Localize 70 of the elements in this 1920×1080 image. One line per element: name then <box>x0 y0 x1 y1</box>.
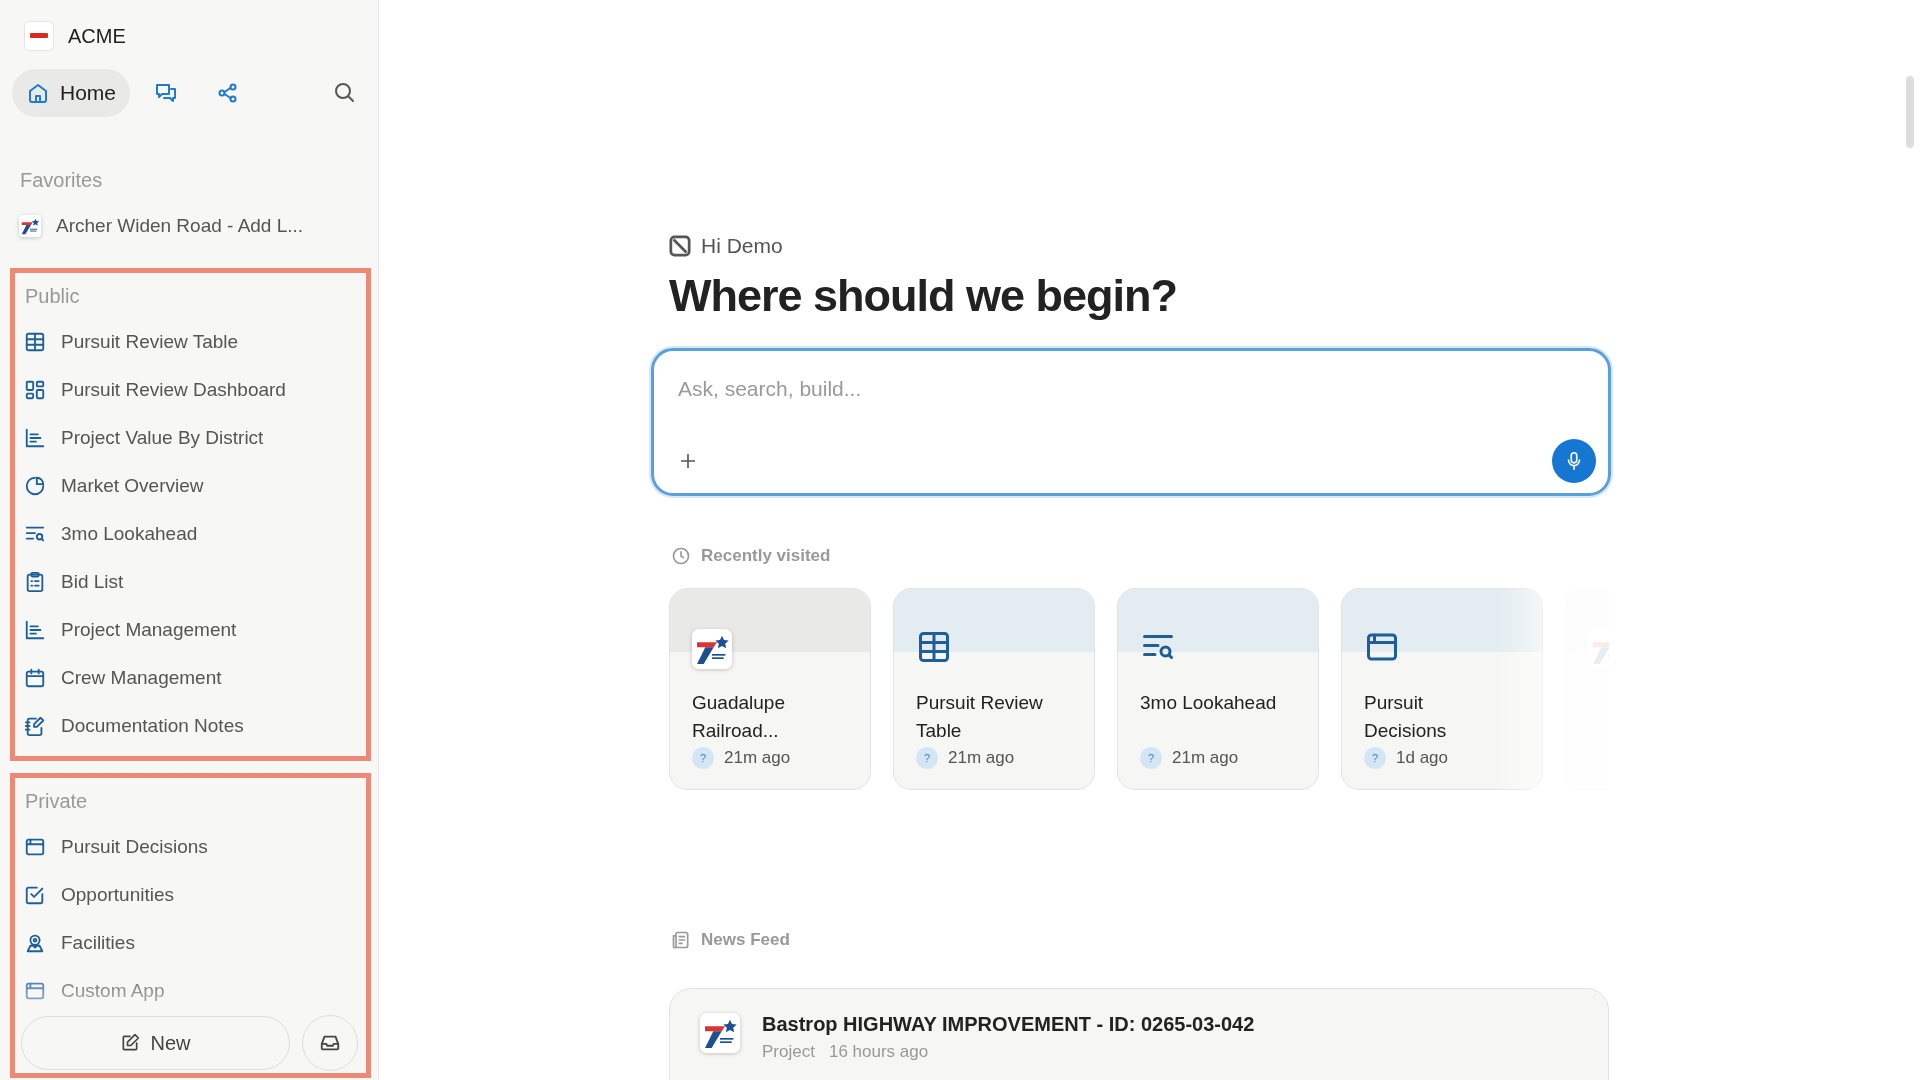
section-title: Favorites <box>19 168 104 193</box>
news-type: Project <box>762 1042 815 1062</box>
bar-chart-icon <box>24 619 46 641</box>
prompt-field[interactable]: Ask, search, build... <box>678 377 1596 401</box>
sidebar-item[interactable]: Project Management <box>23 606 358 654</box>
user-avatar: ? <box>1364 747 1386 769</box>
microphone-button[interactable] <box>1552 439 1596 483</box>
news-title: Bastrop HIGHWAY IMPROVEMENT - ID: 0265-03-042 <box>762 1013 1255 1036</box>
sidebar-item[interactable]: Project Value By District <box>23 414 358 462</box>
recent-card[interactable]: Guadalupe Railroad... ? 21m ago <box>669 588 871 790</box>
visit-time: 21m ago <box>724 748 791 768</box>
flag-logo-icon <box>19 215 41 237</box>
sidebar-item[interactable]: Crew Management <box>23 654 358 702</box>
plus-icon[interactable] <box>678 451 698 471</box>
user-avatar: ? <box>916 747 938 769</box>
scrollbar[interactable] <box>1906 76 1914 148</box>
sidebar-item[interactable]: Archer Widen Road - Add L... <box>18 202 370 250</box>
news-card[interactable]: Bastrop HIGHWAY IMPROVEMENT - ID: 0265-03-042 Project 16 hours ago <box>669 988 1609 1080</box>
sidebar-item[interactable]: Pursuit Review Table <box>23 318 358 366</box>
browser-window-icon <box>24 980 46 1002</box>
browser-window-icon <box>24 836 46 858</box>
table-icon <box>24 331 46 353</box>
pencil-square-icon <box>120 1033 141 1053</box>
flag-logo-icon <box>700 1013 740 1053</box>
sidebar-item[interactable]: 3mo Lookahead <box>23 510 358 558</box>
user-avatar: ? <box>1140 747 1162 769</box>
sidebar-item[interactable]: Pursuit Decisions <box>23 823 358 871</box>
sidebar-item[interactable]: Facilities <box>23 919 358 967</box>
user-avatar: ? <box>692 747 714 769</box>
recent-card[interactable]: Pursuit Review Table ? 21m ago <box>893 588 1095 790</box>
checkbox-icon <box>24 884 46 906</box>
recent-card[interactable]: Pursuit Decisions ? 1d ago <box>1341 588 1543 790</box>
sidebar-item[interactable]: Opportunities <box>23 871 358 919</box>
flag-logo-icon <box>692 629 732 669</box>
section-title: News Feed <box>701 930 790 950</box>
section-title: Private <box>24 789 89 814</box>
visit-time: 1d ago <box>1396 748 1448 768</box>
house-icon <box>26 81 50 105</box>
sidebar-item[interactable]: Documentation Notes <box>23 702 358 750</box>
workspace-name: ACME <box>68 24 126 48</box>
home-tab[interactable]: Home <box>12 69 131 117</box>
logo-icon <box>669 235 691 257</box>
new-button[interactable]: New <box>21 1016 290 1070</box>
visit-time: 21m ago <box>1172 748 1239 768</box>
sidebar-item[interactable]: Pursuit Review Dashboard <box>23 366 358 414</box>
recent-card[interactable]: 3mo Lookahead ? 21m ago <box>1117 588 1319 790</box>
page-heading: Where should we begin? <box>669 270 1179 322</box>
clipboard-icon <box>24 571 46 593</box>
calendar-icon <box>24 667 46 689</box>
company-logo-icon <box>24 21 54 51</box>
card-title: Guadalupe Railroad... <box>692 691 786 743</box>
table-icon <box>916 629 952 665</box>
card-title: Pursuit Review Table <box>916 691 1044 743</box>
grid-icon <box>24 379 46 401</box>
greeting: Hi Demo <box>701 234 783 258</box>
visit-time: 21m ago <box>948 748 1015 768</box>
card-title: 3mo Lookahead <box>1140 691 1278 715</box>
news-time: 16 hours ago <box>828 1042 929 1062</box>
notebook-icon <box>24 715 46 737</box>
chat-bubbles-icon <box>154 81 179 105</box>
section-title: Recently visited <box>701 546 831 566</box>
bar-chart-icon <box>24 427 46 449</box>
newspaper-icon <box>671 930 691 950</box>
location-person-icon <box>24 932 46 954</box>
card-title: Pursuit Decisions <box>1364 691 1448 743</box>
pie-chart-icon <box>24 475 46 497</box>
sidebar-item[interactable]: Market Overview <box>23 462 358 510</box>
sidebar-item[interactable]: Bid List <box>23 558 358 606</box>
clock-icon <box>671 546 691 566</box>
section-title: Public <box>24 284 81 309</box>
